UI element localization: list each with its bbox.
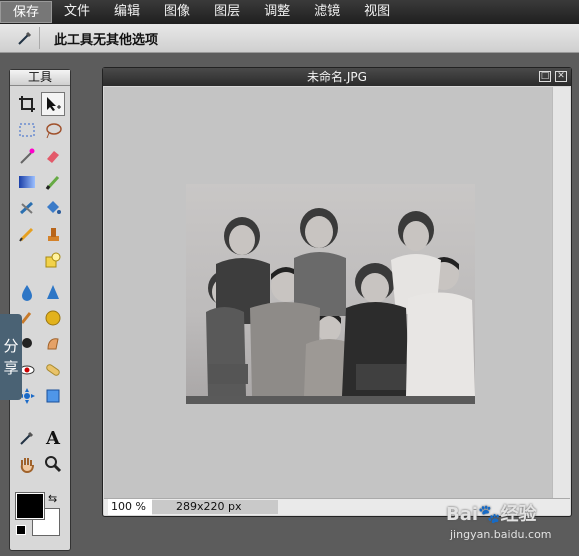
move-icon[interactable] — [41, 92, 65, 116]
menu-bar: 保存 文件 编辑 图像 图层 调整 滤镜 视图 — [0, 0, 579, 24]
tools-panel-title: 工具 — [10, 70, 70, 86]
menu-save[interactable]: 保存 — [0, 1, 53, 23]
zoom-value: 100 — [111, 500, 132, 513]
options-label: 此工具无其他选项 — [54, 32, 159, 48]
menu-edit[interactable]: 编辑 — [102, 1, 152, 23]
zoom-field[interactable]: 100 % — [108, 499, 152, 515]
options-bar: 此工具无其他选项 — [0, 24, 579, 53]
image-dimensions: 289x220 px — [152, 500, 278, 514]
menu-view[interactable]: 视图 — [352, 1, 402, 23]
eyedropper-tool-icon[interactable] — [15, 426, 39, 450]
menu-adjust[interactable]: 调整 — [252, 1, 302, 23]
blur-icon[interactable] — [15, 280, 39, 304]
watermark-url: jingyan.baidu.com — [450, 528, 552, 541]
magic-wand-icon[interactable] — [15, 144, 39, 168]
selection-transform-icon[interactable] — [41, 384, 65, 408]
share-label-2: 享 — [3, 359, 19, 377]
pencil-icon[interactable] — [15, 222, 39, 246]
shape-icon[interactable] — [41, 248, 65, 272]
eraser-icon[interactable] — [41, 144, 65, 168]
menu-layer[interactable]: 图层 — [202, 1, 252, 23]
vertical-scrollbar[interactable] — [552, 87, 570, 498]
menu-filter[interactable]: 滤镜 — [302, 1, 352, 23]
tools-panel: 工具 A ⇆ — [9, 69, 71, 551]
sponge-icon[interactable] — [41, 306, 65, 330]
share-tab[interactable]: 分 享 — [0, 314, 22, 400]
photo-floor — [186, 396, 475, 404]
share-label-1: 分 — [3, 337, 19, 355]
canvas-area[interactable] — [104, 87, 552, 498]
watermark-brand: Bai — [446, 504, 479, 525]
close-icon[interactable]: ✕ — [555, 71, 567, 82]
document-titlebar: 未命名.JPG □ ✕ — [103, 68, 571, 86]
baidu-watermark: Bai🐾经验 jingyan.baidu.com — [446, 500, 576, 554]
lasso-icon[interactable] — [41, 118, 65, 142]
paint-bucket-icon[interactable] — [41, 196, 65, 220]
document-title: 未命名.JPG — [307, 70, 367, 84]
watermark-brand-2: 经验 — [500, 504, 537, 525]
marquee-icon[interactable] — [15, 118, 39, 142]
foreground-color-swatch[interactable] — [15, 492, 45, 520]
gradient-icon[interactable] — [15, 170, 39, 194]
photo-canvas[interactable] — [186, 184, 475, 404]
menu-image[interactable]: 图像 — [152, 1, 202, 23]
reset-colors-icon[interactable] — [16, 525, 26, 535]
menu-file[interactable]: 文件 — [52, 1, 102, 23]
clone-stamp-icon[interactable] — [15, 196, 39, 220]
smudge-icon[interactable] — [41, 332, 65, 356]
zoom-unit: % — [135, 500, 146, 513]
bandage-icon[interactable] — [41, 358, 65, 382]
eyedropper-icon — [10, 27, 40, 49]
paw-icon: 🐾 — [478, 504, 501, 525]
brush-icon[interactable] — [41, 170, 65, 194]
crop-icon[interactable] — [15, 92, 39, 116]
swap-colors-icon[interactable]: ⇆ — [48, 492, 57, 505]
hand-icon[interactable] — [15, 452, 39, 476]
stamp-icon[interactable] — [41, 222, 65, 246]
document-window: 未命名.JPG □ ✕ 100 % 289x220 px — [102, 67, 572, 517]
zoom-icon[interactable] — [41, 452, 65, 476]
sharpen-icon[interactable] — [41, 280, 65, 304]
text-icon[interactable]: A — [41, 426, 65, 450]
maximize-icon[interactable]: □ — [539, 71, 551, 82]
